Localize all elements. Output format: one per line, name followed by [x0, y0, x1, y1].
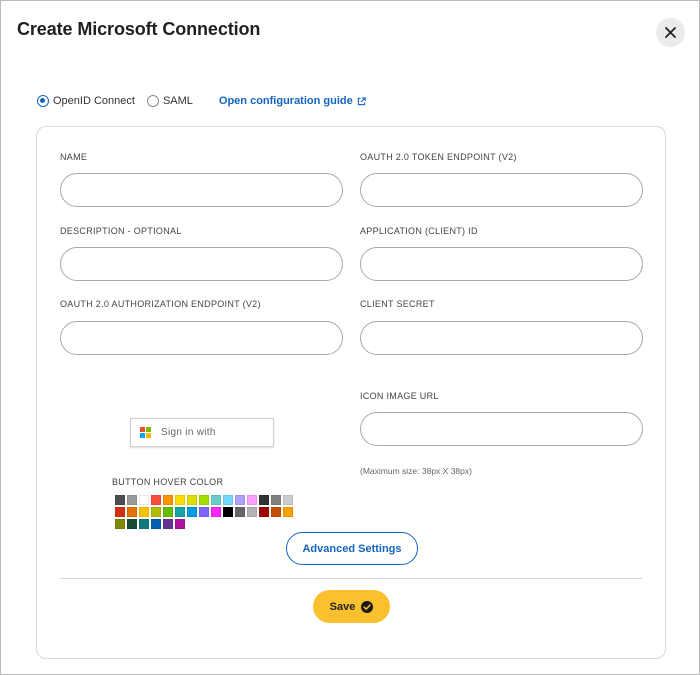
- color-swatch[interactable]: [175, 495, 185, 505]
- connection-form-card: NAME DESCRIPTION - OPTIONAL OAUTH 2.0 AU…: [36, 126, 666, 659]
- close-button[interactable]: [656, 18, 685, 47]
- color-swatch[interactable]: [235, 507, 245, 517]
- token-endpoint-input[interactable]: [360, 173, 643, 207]
- color-swatch[interactable]: [271, 495, 281, 505]
- close-icon: [665, 27, 676, 38]
- color-swatch[interactable]: [283, 495, 293, 505]
- radio-saml[interactable]: SAML: [146, 95, 193, 107]
- protocol-selector: OpenID Connect SAML Open configuration g…: [37, 93, 366, 109]
- color-swatch[interactable]: [211, 507, 221, 517]
- token-endpoint-label: OAUTH 2.0 TOKEN ENDPOINT (V2): [360, 152, 517, 162]
- external-link-icon: [357, 96, 366, 105]
- color-swatch[interactable]: [199, 507, 209, 517]
- signin-button-preview: Sign in with: [130, 418, 274, 447]
- radio-openid-label: OpenID Connect: [53, 95, 135, 107]
- color-swatch[interactable]: [187, 507, 197, 517]
- client-secret-input[interactable]: [360, 321, 643, 355]
- guide-link-label: Open configuration guide: [218, 95, 353, 107]
- color-swatch[interactable]: [271, 507, 281, 517]
- advanced-settings-button[interactable]: Advanced Settings: [286, 532, 418, 565]
- microsoft-logo-icon: [140, 427, 151, 438]
- color-swatch[interactable]: [115, 495, 125, 505]
- color-swatch[interactable]: [223, 507, 233, 517]
- color-swatch[interactable]: [139, 507, 149, 517]
- check-circle-icon: [361, 600, 374, 613]
- color-swatch[interactable]: [247, 507, 257, 517]
- description-input[interactable]: [60, 247, 343, 281]
- color-swatch[interactable]: [235, 495, 245, 505]
- radio-openid-indicator[interactable]: [37, 95, 49, 107]
- color-swatch[interactable]: [259, 495, 269, 505]
- dialog-title: Create Microsoft Connection: [17, 19, 261, 39]
- color-swatch[interactable]: [175, 519, 185, 529]
- signin-preview-text: Sign in with: [161, 427, 216, 438]
- color-swatch[interactable]: [151, 507, 161, 517]
- save-button[interactable]: Save: [313, 590, 390, 623]
- hover-color-palette: [115, 495, 293, 529]
- color-swatch[interactable]: [187, 495, 197, 505]
- save-button-label: Save: [329, 600, 356, 613]
- client-id-label: APPLICATION (CLIENT) ID: [360, 226, 478, 236]
- auth-endpoint-label: OAUTH 2.0 AUTHORIZATION ENDPOINT (V2): [60, 299, 261, 309]
- icon-size-hint: (Maximum size: 38px X 38px): [360, 466, 472, 476]
- radio-saml-indicator[interactable]: [146, 95, 159, 107]
- color-swatch[interactable]: [247, 495, 257, 505]
- name-label: NAME: [60, 152, 88, 162]
- color-swatch[interactable]: [163, 495, 173, 505]
- client-id-input[interactable]: [360, 247, 643, 281]
- color-swatch[interactable]: [127, 507, 137, 517]
- divider: [60, 578, 642, 579]
- color-swatch[interactable]: [211, 495, 221, 505]
- auth-endpoint-input[interactable]: [60, 321, 343, 355]
- color-swatch[interactable]: [199, 495, 209, 505]
- color-swatch[interactable]: [127, 519, 137, 529]
- configuration-guide-link[interactable]: Open configuration guide: [219, 95, 366, 107]
- radio-openid-connect[interactable]: OpenID Connect: [37, 95, 135, 107]
- create-connection-dialog: Create Microsoft Connection OpenID Conne…: [0, 0, 700, 675]
- color-swatch[interactable]: [115, 519, 125, 529]
- client-secret-label: CLIENT SECRET: [360, 299, 435, 309]
- color-swatch[interactable]: [139, 519, 149, 529]
- radio-saml-label: SAML: [162, 95, 193, 107]
- color-swatch[interactable]: [139, 495, 149, 505]
- color-swatch[interactable]: [163, 519, 173, 529]
- icon-url-label: ICON IMAGE URL: [360, 391, 439, 401]
- color-swatch[interactable]: [151, 495, 161, 505]
- icon-url-input[interactable]: [360, 412, 643, 446]
- name-input[interactable]: [60, 173, 343, 207]
- color-swatch[interactable]: [175, 507, 185, 517]
- color-swatch[interactable]: [127, 495, 137, 505]
- color-swatch[interactable]: [115, 507, 125, 517]
- description-label: DESCRIPTION - OPTIONAL: [60, 226, 182, 236]
- color-swatch[interactable]: [259, 507, 269, 517]
- hover-color-label: BUTTON HOVER COLOR: [112, 477, 224, 487]
- color-swatch[interactable]: [223, 495, 233, 505]
- color-swatch[interactable]: [283, 507, 293, 517]
- color-swatch[interactable]: [151, 519, 161, 529]
- color-swatch[interactable]: [163, 507, 173, 517]
